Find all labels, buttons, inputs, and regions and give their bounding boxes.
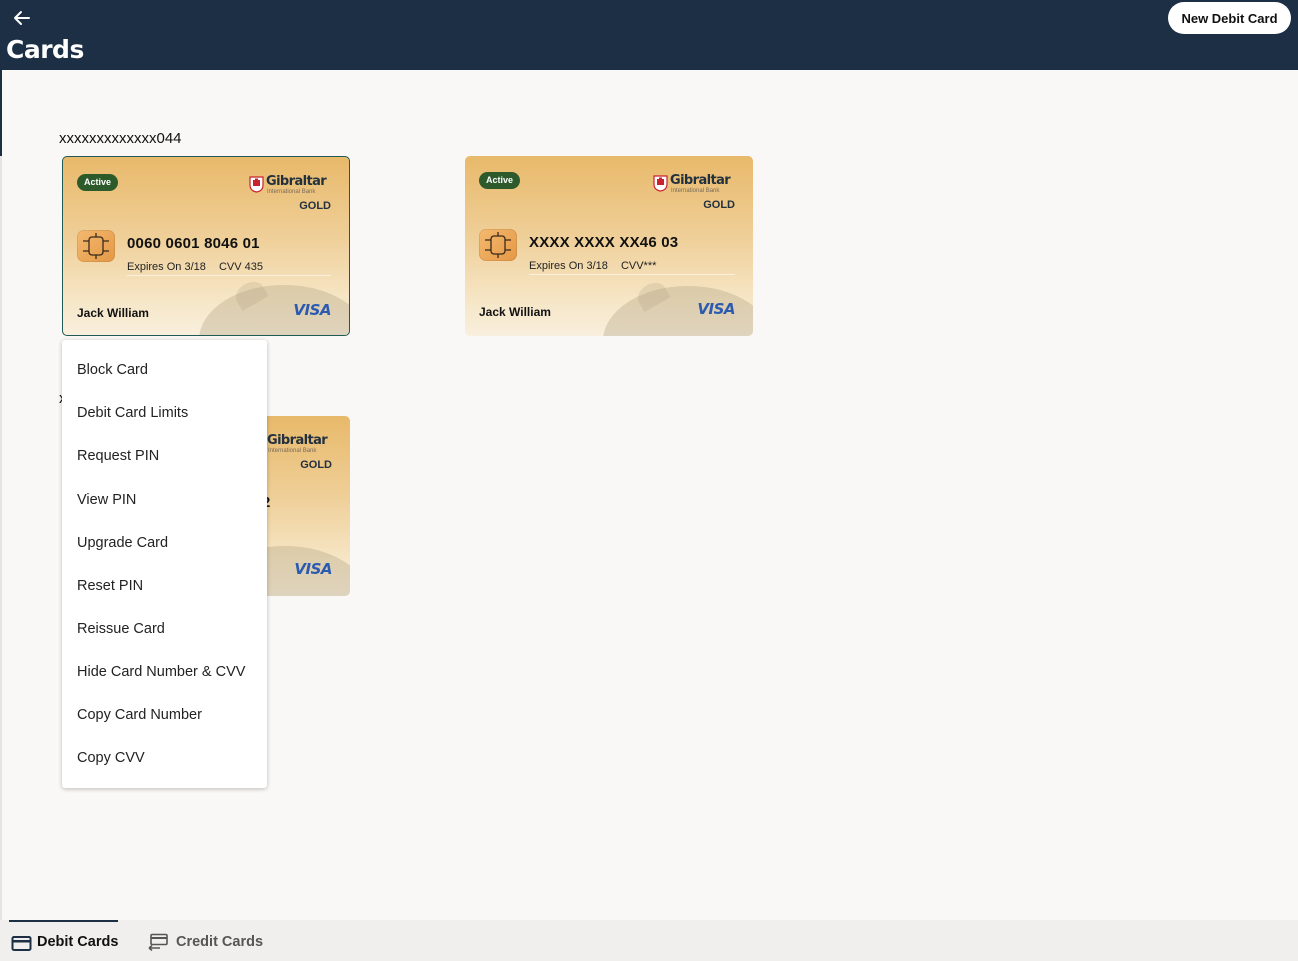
bank-name: Gibraltar (267, 433, 328, 448)
card-expiry-cvv: Expires On 3/18 CVV*** (529, 260, 656, 272)
debit-card[interactable]: Active Gibraltar International Bank GOLD… (465, 156, 753, 336)
chip-icon (479, 229, 517, 261)
menu-item-block-card[interactable]: Block Card (77, 362, 148, 378)
menu-item-copy-cvv[interactable]: Copy CVV (77, 750, 145, 766)
card-cvv: CVV 435 (218, 261, 263, 273)
bank-logo: Gibraltar International Bank (249, 174, 331, 196)
bank-subname: International Bank (267, 189, 316, 195)
bank-crest-icon (653, 175, 668, 192)
menu-item-reissue-card[interactable]: Reissue Card (77, 621, 165, 637)
card-expiry-cvv: Expires On 3/18 CVV 435 (127, 261, 263, 273)
menu-item-reset-pin[interactable]: Reset PIN (77, 578, 143, 594)
card-cvv: CVV*** (620, 260, 657, 272)
bank-crest-icon (249, 176, 264, 193)
menu-item-upgrade-card[interactable]: Upgrade Card (77, 535, 168, 551)
card-expiry: Expires On 3/18 (529, 260, 608, 272)
card-divider (529, 274, 735, 275)
status-badge: Active (77, 174, 119, 191)
card-tier: GOLD (299, 200, 331, 212)
menu-item-request-pin[interactable]: Request PIN (77, 448, 159, 464)
card-tier: GOLD (703, 199, 735, 211)
card-icon (11, 935, 33, 953)
menu-item-view-pin[interactable]: View PIN (77, 492, 136, 508)
card-number: 0060 0601 8046 01 (127, 235, 260, 252)
page-title: Cards (6, 35, 84, 64)
card-tier: GOLD (300, 459, 332, 471)
bank-logo: Gibraltar International Bank (653, 173, 735, 195)
bank-name: Gibraltar (670, 173, 731, 188)
chip-icon (77, 230, 115, 262)
app-header: Cards New Debit Card (0, 0, 1298, 70)
tab-label: Credit Cards (176, 934, 264, 950)
new-debit-card-button[interactable]: New Debit Card (1168, 2, 1291, 34)
left-divider (0, 156, 2, 920)
card-expiry: Expires On 3/18 (127, 261, 206, 273)
card-holder-name: Jack William (77, 306, 149, 320)
menu-item-copy-card-number[interactable]: Copy Card Number (77, 707, 202, 723)
left-accent-rule (0, 70, 2, 156)
debit-card[interactable]: Active Gibraltar International Bank GOLD… (62, 156, 350, 336)
menu-item-hide-card-number[interactable]: Hide Card Number & CVV (77, 664, 245, 680)
bank-subname: International Bank (671, 188, 720, 194)
card-number: XXXX XXXX XX46 03 (529, 234, 679, 251)
status-badge: Active (479, 172, 521, 189)
tab-label: Debit Cards (37, 934, 119, 950)
account-number-label: xxxxxxxxxxxxx044 (59, 130, 182, 147)
visa-logo: VISA (697, 300, 735, 318)
card-actions-menu: Block Card Debit Card Limits Request PIN… (62, 340, 267, 788)
back-arrow-icon[interactable] (10, 6, 34, 30)
card-holder-name: Jack William (479, 305, 551, 319)
tab-credit-cards[interactable]: Credit Cards (148, 920, 268, 961)
visa-logo: VISA (293, 301, 331, 319)
bank-name: Gibraltar (266, 174, 327, 189)
menu-item-debit-card-limits[interactable]: Debit Card Limits (77, 405, 188, 421)
card-divider (127, 275, 331, 276)
tab-debit-cards[interactable]: Debit Cards (9, 920, 118, 961)
card-transfer-icon (148, 933, 170, 952)
visa-logo: VISA (294, 560, 332, 578)
bottom-tab-bar: Debit Cards Credit Cards (0, 920, 1298, 961)
bank-subname: International Bank (268, 448, 317, 454)
